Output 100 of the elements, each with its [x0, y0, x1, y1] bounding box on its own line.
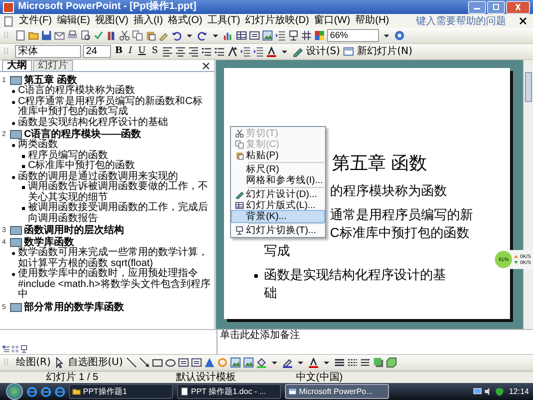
- envelope-icon[interactable]: [54, 30, 65, 41]
- dash-style-icon[interactable]: [346, 357, 358, 368]
- line-style-icon[interactable]: [334, 357, 345, 368]
- list-icon[interactable]: [214, 46, 225, 57]
- chart-icon[interactable]: [223, 30, 234, 41]
- monitor-icon[interactable]: [472, 387, 482, 396]
- save-icon[interactable]: [41, 30, 52, 41]
- align-right-icon[interactable]: [188, 46, 199, 57]
- rectangle-icon[interactable]: [152, 357, 163, 368]
- menu-item[interactable]: 格式(O): [168, 15, 202, 27]
- menu-item[interactable]: 窗口(W): [314, 15, 350, 27]
- pointer-icon[interactable]: [54, 357, 65, 368]
- maximize-button[interactable]: [487, 0, 505, 14]
- slide-title[interactable]: C语言的程序模块——函数: [24, 129, 142, 140]
- menu-item[interactable]: 网格和参考线(I)...: [232, 175, 324, 186]
- pencil-icon[interactable]: [292, 46, 303, 57]
- toolbar-button[interactable]: 绘图(R): [15, 356, 52, 369]
- font-color-icon[interactable]: [308, 357, 319, 368]
- menu-item[interactable]: 文件(F): [19, 15, 52, 27]
- image-icon[interactable]: [230, 357, 241, 368]
- menu-item[interactable]: 工具(T): [207, 15, 240, 27]
- close-icon[interactable]: [202, 62, 210, 70]
- text-style-button[interactable]: I: [126, 46, 134, 58]
- projector-icon[interactable]: [20, 345, 28, 353]
- slide-icon[interactable]: [288, 387, 297, 396]
- folder-icon[interactable]: [28, 30, 39, 41]
- menu-item[interactable]: 编辑(E): [56, 15, 90, 27]
- printer-icon[interactable]: [67, 30, 78, 41]
- outline-view-icon[interactable]: [2, 345, 10, 353]
- line-color-icon[interactable]: [282, 357, 293, 368]
- table-icon[interactable]: [236, 30, 247, 41]
- preview-icon[interactable]: [80, 30, 91, 41]
- slide-title[interactable]: 部分常用的数学库函数: [24, 302, 124, 312]
- toolbar-button[interactable]: 新幻灯片(N): [356, 45, 414, 58]
- scissors-icon[interactable]: [119, 30, 130, 41]
- text-style-button[interactable]: B: [113, 46, 125, 58]
- toolbar-button[interactable]: 设计(S): [304, 45, 342, 58]
- slide-title[interactable]: 数学库函数: [24, 237, 74, 248]
- globe-icon[interactable]: [41, 386, 51, 396]
- slide-title[interactable]: 函数调用时的层次结构: [24, 225, 124, 236]
- align-center-icon[interactable]: [174, 46, 186, 57]
- align-left-icon[interactable]: [162, 46, 173, 57]
- indent-icon[interactable]: [240, 46, 251, 57]
- text-box-icon[interactable]: [249, 30, 260, 41]
- page-icon[interactable]: [180, 387, 189, 396]
- menu-item[interactable]: 幻灯片切换(T)...: [232, 225, 324, 236]
- redo-icon[interactable]: [197, 30, 208, 41]
- grid-icon[interactable]: [301, 30, 312, 41]
- taskbar-button[interactable]: PPT 操作题1.doc - ...: [177, 384, 281, 399]
- pencil-icon[interactable]: [234, 190, 244, 199]
- menu-item[interactable]: 插入(I): [133, 15, 163, 27]
- toolbar-button[interactable]: 自选图形(U): [66, 356, 124, 369]
- cube-icon[interactable]: [386, 357, 397, 368]
- menu-item[interactable]: 背景(K)...: [232, 211, 324, 222]
- folder-icon[interactable]: [72, 387, 81, 396]
- close-icon[interactable]: [519, 16, 528, 26]
- projector-icon[interactable]: [288, 30, 299, 41]
- table-icon[interactable]: [234, 201, 244, 210]
- image-icon[interactable]: [262, 30, 273, 41]
- menu-item[interactable]: 标尺(R): [232, 164, 324, 175]
- text-box-icon[interactable]: [190, 357, 202, 368]
- font-grow-icon[interactable]: [226, 46, 238, 57]
- text-box-icon[interactable]: [178, 357, 189, 368]
- projector-icon[interactable]: [234, 226, 244, 235]
- notes-text[interactable]: 单击此处添加备注: [218, 330, 533, 354]
- minimize-button[interactable]: [468, 0, 486, 14]
- clipboard-icon[interactable]: [145, 30, 156, 41]
- menu-item[interactable]: 粘贴(P): [232, 150, 324, 161]
- fill-bucket-icon[interactable]: [256, 357, 267, 368]
- shield-icon[interactable]: [494, 387, 504, 396]
- menu-item[interactable]: 帮助(H): [355, 15, 390, 27]
- indent-icon[interactable]: [275, 30, 286, 41]
- font-field[interactable]: 宋体: [15, 45, 81, 58]
- pane-tab[interactable]: 幻灯片: [33, 60, 73, 71]
- globe-icon[interactable]: [55, 386, 65, 396]
- text-style-button[interactable]: S: [150, 46, 160, 58]
- image-icon[interactable]: [242, 357, 254, 368]
- undo-icon[interactable]: [171, 30, 182, 41]
- oval-icon[interactable]: [164, 357, 176, 368]
- font-color-icon[interactable]: [266, 46, 277, 57]
- taskbar-button[interactable]: Microsoft PowerPo...: [285, 384, 389, 399]
- menu-item[interactable]: 幻灯片版式(L)...: [232, 200, 324, 211]
- color-grid-icon[interactable]: [314, 30, 325, 41]
- indent-icon[interactable]: [252, 46, 264, 57]
- line-icon[interactable]: [126, 357, 137, 368]
- slide-title[interactable]: 第五章 函数: [24, 75, 77, 86]
- clipboard-icon[interactable]: [234, 151, 244, 160]
- text-style-button[interactable]: U: [136, 46, 148, 58]
- list-icon[interactable]: [200, 46, 212, 57]
- font-size-field[interactable]: 24: [83, 45, 111, 58]
- help-icon[interactable]: [394, 30, 405, 41]
- copy-icon[interactable]: [132, 30, 143, 41]
- menu-item[interactable]: 幻灯片放映(D): [245, 15, 310, 27]
- close-button[interactable]: [506, 0, 530, 14]
- zoom-field[interactable]: 66%: [327, 29, 379, 42]
- menu-item[interactable]: 幻灯片设计(D)...: [232, 189, 324, 200]
- arrow-style-icon[interactable]: [360, 357, 371, 368]
- globe-icon[interactable]: [27, 386, 37, 396]
- slide-icon[interactable]: [343, 46, 354, 57]
- taskbar-button[interactable]: PPT操作题1: [69, 384, 173, 399]
